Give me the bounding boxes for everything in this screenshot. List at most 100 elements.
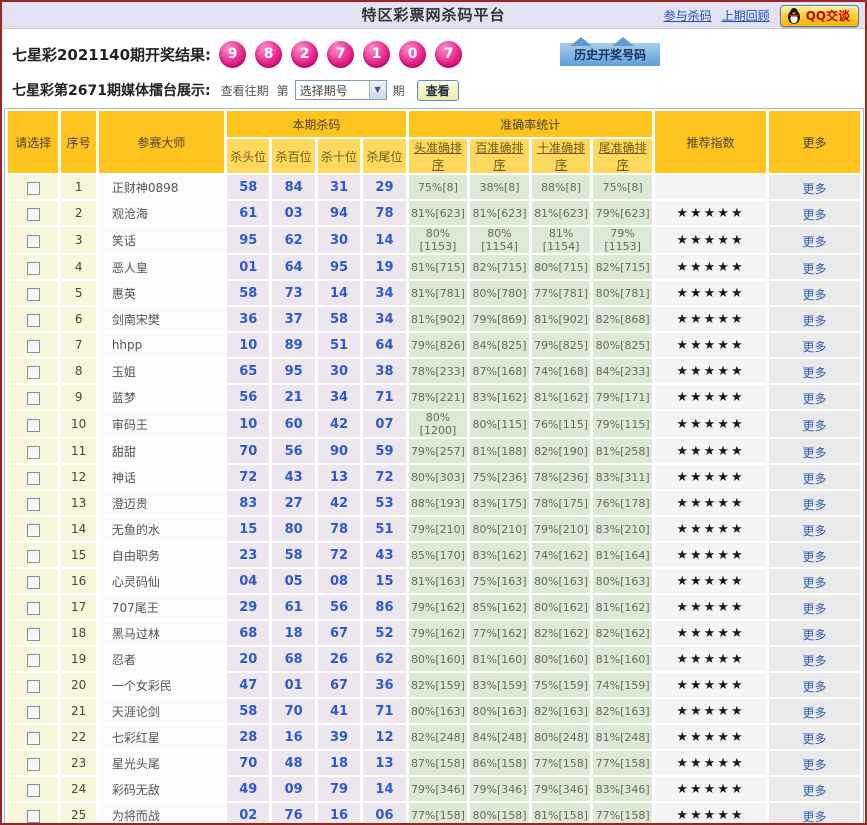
header-more: 更多 bbox=[769, 111, 860, 173]
kill-number-cell: 34 bbox=[363, 281, 406, 305]
more-link[interactable]: 更多 bbox=[803, 654, 827, 668]
row-checkbox[interactable] bbox=[26, 234, 40, 248]
view-button[interactable]: 查看 bbox=[416, 79, 459, 101]
row-checkbox[interactable] bbox=[26, 653, 40, 667]
row-index: 24 bbox=[61, 777, 96, 801]
previous-issue-review-link[interactable]: 上期回顾 bbox=[722, 7, 770, 24]
kill-number-cell: 70 bbox=[272, 699, 315, 723]
more-link[interactable]: 更多 bbox=[803, 235, 827, 249]
more-link[interactable]: 更多 bbox=[803, 706, 827, 720]
kill-number-cell: 08 bbox=[317, 569, 361, 593]
accuracy-cell: 80%[115] bbox=[470, 411, 529, 437]
more-link[interactable]: 更多 bbox=[803, 628, 827, 642]
more-link[interactable]: 更多 bbox=[803, 680, 827, 694]
table-row: 10 审码王 10 60 42 07 80%[1200] 80%[115] 76%[115] 79… bbox=[8, 411, 860, 437]
row-select-cell bbox=[8, 777, 59, 801]
row-checkbox[interactable] bbox=[26, 339, 40, 353]
accuracy-cell: 81%[160] bbox=[470, 647, 529, 671]
kill-number-cell: 06 bbox=[363, 803, 406, 823]
row-master-name: 彩码无敌 bbox=[98, 777, 225, 801]
row-checkbox[interactable] bbox=[26, 445, 40, 459]
more-link[interactable]: 更多 bbox=[803, 314, 827, 328]
more-link[interactable]: 更多 bbox=[803, 524, 827, 538]
row-index: 12 bbox=[61, 465, 96, 489]
row-index: 2 bbox=[61, 201, 96, 225]
row-checkbox[interactable] bbox=[26, 679, 40, 693]
row-checkbox[interactable] bbox=[26, 705, 40, 719]
star-rating-cell: ★★★★★ bbox=[654, 803, 767, 823]
more-link[interactable]: 更多 bbox=[803, 758, 827, 772]
kill-number-cell: 61 bbox=[227, 201, 270, 225]
more-link[interactable]: 更多 bbox=[803, 784, 827, 798]
accuracy-cell: 79%[825] bbox=[531, 333, 591, 357]
more-link[interactable]: 更多 bbox=[803, 262, 827, 276]
draw-result-row: 七星彩2021140期开奖结果: 9827107 历史开奖号码 bbox=[12, 36, 865, 69]
more-link[interactable]: 更多 bbox=[803, 208, 827, 222]
more-link[interactable]: 更多 bbox=[803, 182, 827, 196]
sort-tail-accuracy-link[interactable]: 尾准确排序 bbox=[593, 139, 652, 173]
more-link[interactable]: 更多 bbox=[803, 472, 827, 486]
row-index: 23 bbox=[61, 751, 96, 775]
row-checkbox[interactable] bbox=[26, 471, 40, 485]
row-checkbox[interactable] bbox=[26, 523, 40, 537]
kill-number-cell: 83 bbox=[227, 491, 270, 515]
row-checkbox[interactable] bbox=[26, 575, 40, 589]
more-link[interactable]: 更多 bbox=[803, 602, 827, 616]
more-link[interactable]: 更多 bbox=[803, 288, 827, 302]
more-link[interactable]: 更多 bbox=[803, 446, 827, 460]
header-kill-ten: 杀十位 bbox=[317, 139, 361, 173]
accuracy-cell: 81%[781] bbox=[408, 281, 468, 305]
row-checkbox[interactable] bbox=[26, 549, 40, 563]
qq-chat-button[interactable]: QQ交谈 bbox=[779, 4, 859, 27]
join-kill-code-link[interactable]: 参与杀码 bbox=[664, 7, 712, 24]
row-select-cell bbox=[8, 699, 59, 723]
row-checkbox[interactable] bbox=[26, 757, 40, 771]
more-link[interactable]: 更多 bbox=[803, 419, 827, 433]
more-link[interactable]: 更多 bbox=[803, 810, 827, 824]
row-checkbox[interactable] bbox=[26, 627, 40, 641]
kill-number-cell: 30 bbox=[317, 359, 361, 383]
row-checkbox[interactable] bbox=[26, 731, 40, 745]
kill-number-cell: 27 bbox=[272, 491, 315, 515]
row-checkbox[interactable] bbox=[26, 261, 40, 275]
more-link[interactable]: 更多 bbox=[803, 498, 827, 512]
accuracy-cell: 87%[158] bbox=[408, 751, 468, 775]
star-rating-cell: ★★★★★ bbox=[654, 699, 767, 723]
more-link[interactable]: 更多 bbox=[803, 392, 827, 406]
sort-ten-accuracy-link[interactable]: 十准确排序 bbox=[531, 139, 591, 173]
row-checkbox[interactable] bbox=[26, 391, 40, 405]
row-checkbox[interactable] bbox=[26, 783, 40, 797]
row-checkbox[interactable] bbox=[26, 365, 40, 379]
star-rating-cell: ★★★★★ bbox=[654, 517, 767, 541]
issue-number-select[interactable]: 选择期号 ▼ bbox=[294, 80, 387, 100]
row-index: 9 bbox=[61, 385, 96, 409]
sort-head-accuracy-link[interactable]: 头准确排序 bbox=[408, 139, 468, 173]
more-link[interactable]: 更多 bbox=[803, 366, 827, 380]
more-link[interactable]: 更多 bbox=[803, 732, 827, 746]
row-checkbox[interactable] bbox=[26, 287, 40, 301]
more-link[interactable]: 更多 bbox=[803, 550, 827, 564]
row-checkbox[interactable] bbox=[26, 497, 40, 511]
qq-chat-label: QQ交谈 bbox=[805, 9, 850, 23]
row-master-name: 心灵码仙 bbox=[98, 569, 225, 593]
more-link[interactable]: 更多 bbox=[803, 576, 827, 590]
row-checkbox[interactable] bbox=[26, 181, 40, 195]
row-checkbox[interactable] bbox=[26, 207, 40, 221]
accuracy-cell: 82%[715] bbox=[470, 255, 529, 279]
row-select-cell bbox=[8, 725, 59, 749]
kill-number-cell: 78 bbox=[317, 517, 361, 541]
row-select-cell bbox=[8, 307, 59, 331]
table-row: 14 无鱼的水 15 80 78 51 79%[210] 80%[210] 79%[210] 83… bbox=[8, 517, 860, 541]
row-checkbox[interactable] bbox=[26, 809, 40, 823]
sort-hundred-accuracy-link[interactable]: 百准确排序 bbox=[470, 139, 529, 173]
accuracy-cell: 81%[162] bbox=[531, 385, 591, 409]
accuracy-cell: 81%[258] bbox=[593, 439, 652, 463]
accuracy-cell: 88%[8] bbox=[531, 175, 591, 199]
history-numbers-button[interactable]: 历史开奖号码 bbox=[560, 36, 661, 66]
row-checkbox[interactable] bbox=[26, 418, 40, 432]
kill-number-cell: 14 bbox=[363, 227, 406, 253]
kill-number-cell: 30 bbox=[317, 227, 361, 253]
row-checkbox[interactable] bbox=[26, 313, 40, 327]
row-checkbox[interactable] bbox=[26, 601, 40, 615]
more-link[interactable]: 更多 bbox=[803, 340, 827, 354]
